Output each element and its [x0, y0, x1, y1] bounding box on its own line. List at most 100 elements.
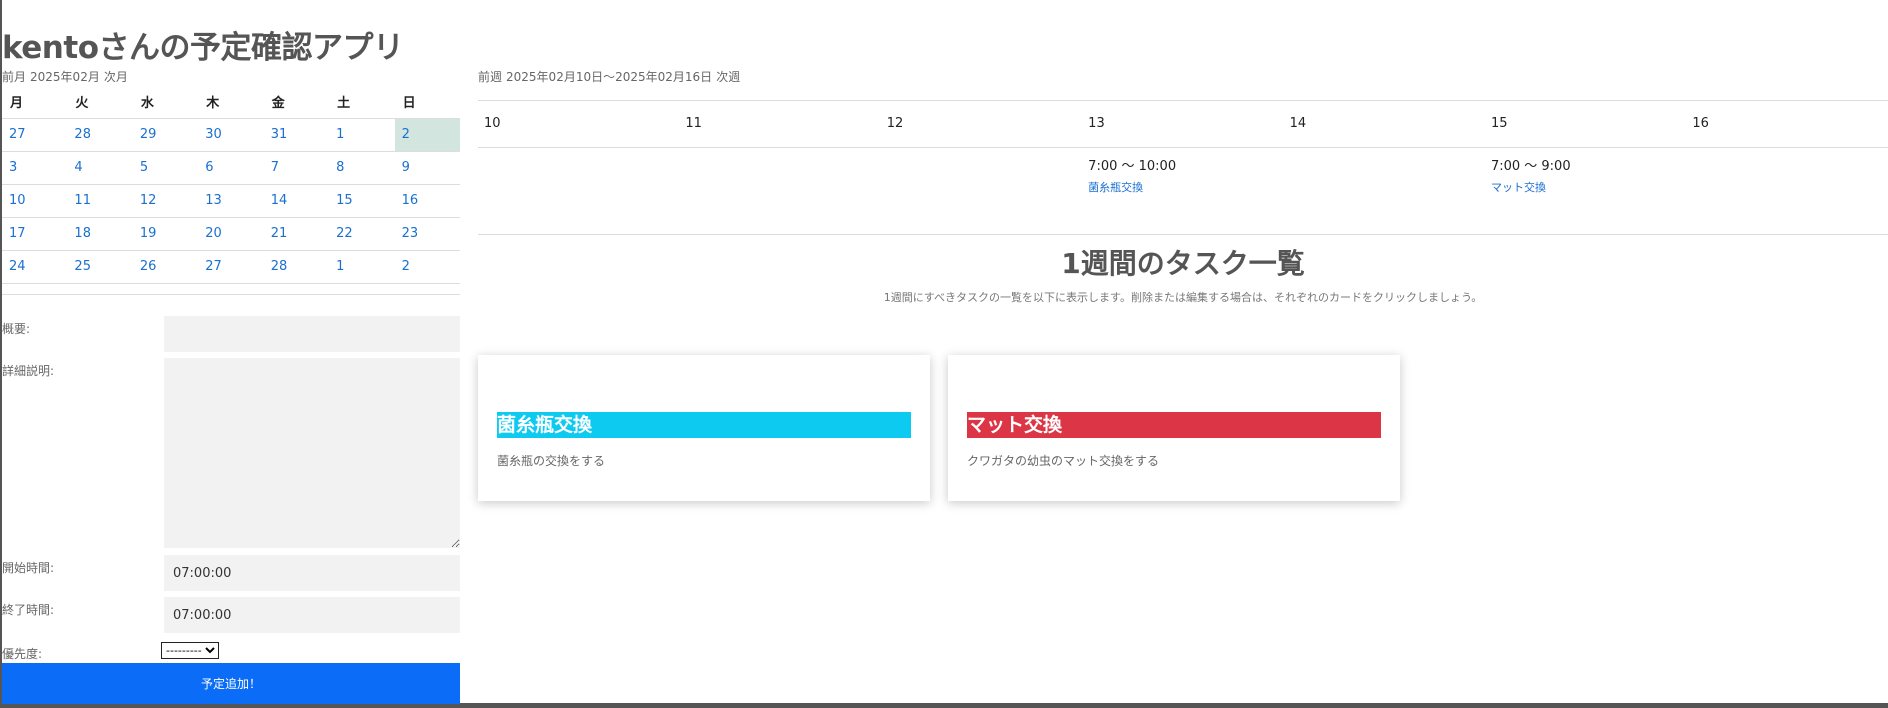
week-day-cell	[1284, 148, 1485, 234]
calendar-day[interactable]: 31	[263, 119, 330, 152]
task-list-description: 1週間にすべきタスクの一覧を以下に表示します。削除または編集する場合は、それぞれ…	[883, 291, 1483, 304]
weekday-header: 木	[198, 89, 264, 119]
calendar-day[interactable]: 1	[329, 119, 395, 152]
week-day-header: 13	[1088, 116, 1105, 131]
week-nav: 前週 2025年02月10日～2025年02月16日 次週	[478, 68, 744, 85]
event-time: 7:00 ～ 10:00	[1088, 159, 1177, 174]
start-time-row: 開始時間:	[2, 555, 460, 591]
week-table: 10 11 12 13 14 15 16 7:00 ～ 10:00 菌糸瓶交換 …	[478, 100, 1888, 235]
calendar-day[interactable]: 21	[263, 218, 330, 251]
calendar-day[interactable]: 17	[2, 218, 68, 251]
calendar-day[interactable]: 28	[67, 119, 133, 152]
start-time-label: 開始時間:	[2, 561, 55, 575]
week-day-header: 15	[1490, 116, 1508, 131]
task-list-title: 1週間のタスク一覧	[1061, 247, 1305, 280]
summary-label: 概要:	[2, 322, 31, 336]
next-week-link[interactable]: 次週	[716, 70, 740, 84]
priority-label: 優先度:	[2, 647, 43, 661]
calendar-day[interactable]: 28	[263, 251, 330, 284]
calendar-day[interactable]: 13	[198, 185, 264, 218]
next-month-link[interactable]: 次月	[104, 70, 128, 84]
event-link[interactable]: 菌糸瓶交換	[1088, 179, 1143, 195]
calendar-day[interactable]: 30	[198, 119, 264, 152]
week-range-label: 2025年02月10日～2025年02月16日	[506, 70, 713, 84]
calendar-day[interactable]: 9	[394, 152, 460, 185]
task-card-description: 菌糸瓶の交換をする	[497, 454, 606, 468]
calendar-day[interactable]: 29	[132, 119, 199, 152]
week-header-row: 10 11 12 13 14 15 16	[478, 100, 1888, 148]
calendar-day[interactable]: 27	[2, 119, 68, 152]
calendar-day[interactable]: 16	[394, 185, 460, 218]
calendar-day[interactable]: 15	[329, 185, 395, 218]
calendar-day[interactable]: 22	[329, 218, 395, 251]
calendar-day[interactable]: 3	[2, 152, 68, 185]
calendar-day[interactable]: 8	[329, 152, 395, 185]
week-day-header: 12	[886, 116, 904, 131]
task-card-title: 菌糸瓶交換	[497, 412, 911, 438]
schedule-form: 概要: 詳細説明: 開始時間: 終了時間: 優先度: ---------	[2, 316, 460, 661]
calendar-day[interactable]: 27	[198, 251, 264, 284]
week-day-cell	[679, 148, 880, 234]
month-calendar: 月 火 水 木 金 土 日 27 28 29 30 31 1 2 3 4 5 6…	[2, 89, 460, 295]
task-card-title: マット交換	[967, 412, 1381, 438]
prev-week-link[interactable]: 前週	[478, 70, 502, 84]
task-card[interactable]: マット交換 クワガタの幼虫のマット交換をする	[948, 355, 1400, 501]
calendar-week-row: 3 4 5 6 7 8 9	[2, 152, 460, 185]
prev-month-link[interactable]: 前月	[2, 70, 26, 84]
calendar-day[interactable]: 12	[132, 185, 199, 218]
weekday-header: 月	[2, 89, 68, 119]
priority-select[interactable]: ---------	[161, 642, 219, 659]
calendar-day[interactable]: 19	[132, 218, 199, 251]
calendar-week-row: 27 28 29 30 31 1 2	[2, 119, 460, 152]
calendar-day[interactable]: 2	[394, 251, 460, 284]
calendar-day[interactable]: 4	[67, 152, 133, 185]
calendar-bottom-divider	[2, 284, 460, 295]
detail-label: 詳細説明:	[2, 364, 55, 378]
task-card-description: クワガタの幼虫のマット交換をする	[967, 454, 1160, 468]
calendar-day[interactable]: 7	[263, 152, 330, 185]
week-day-cell: 7:00 ～ 10:00 菌糸瓶交換	[1082, 148, 1283, 234]
calendar-day[interactable]: 18	[67, 218, 133, 251]
calendar-day[interactable]: 20	[198, 218, 264, 251]
month-nav: 前月 2025年02月 次月	[2, 68, 132, 85]
calendar-day-today[interactable]: 2	[394, 119, 460, 152]
week-day-cell	[881, 148, 1082, 234]
end-time-row: 終了時間:	[2, 597, 460, 633]
calendar-week-row: 10 11 12 13 14 15 16	[2, 185, 460, 218]
calendar-day[interactable]: 26	[132, 251, 199, 284]
calendar-day[interactable]: 1	[329, 251, 395, 284]
calendar-day[interactable]: 11	[67, 185, 133, 218]
calendar-day[interactable]: 5	[132, 152, 199, 185]
weekday-header-row: 月 火 水 木 金 土 日	[2, 89, 460, 119]
page-title: kentoさんの予定確認アプリ	[2, 30, 404, 66]
week-events-row: 7:00 ～ 10:00 菌糸瓶交換 7:00 ～ 9:00 マット交換	[478, 148, 1888, 235]
week-day-header: 11	[685, 116, 702, 131]
weekday-header: 金	[263, 89, 330, 119]
calendar-day[interactable]: 10	[2, 185, 68, 218]
task-card[interactable]: 菌糸瓶交換 菌糸瓶の交換をする	[478, 355, 930, 501]
week-day-header: 16	[1692, 116, 1709, 131]
week-day-cell	[1686, 148, 1887, 234]
weekday-header: 日	[394, 89, 460, 119]
calendar-day[interactable]: 14	[263, 185, 330, 218]
calendar-day[interactable]: 6	[198, 152, 264, 185]
calendar-day[interactable]: 24	[2, 251, 68, 284]
calendar-week-row: 24 25 26 27 28 1 2	[2, 251, 460, 284]
weekday-header: 火	[67, 89, 133, 119]
detail-row: 詳細説明:	[2, 358, 460, 548]
summary-input[interactable]	[164, 316, 460, 352]
detail-textarea[interactable]	[164, 358, 460, 548]
event-link[interactable]: マット交換	[1491, 179, 1546, 195]
add-schedule-button[interactable]: 予定追加！	[2, 663, 460, 704]
weekday-header: 水	[132, 89, 199, 119]
calendar-day[interactable]: 25	[67, 251, 133, 284]
start-time-input[interactable]	[164, 555, 460, 591]
calendar-week-row: 17 18 19 20 21 22 23	[2, 218, 460, 251]
current-month-label: 2025年02月	[30, 70, 100, 84]
end-time-input[interactable]	[164, 597, 460, 633]
weekday-header: 土	[329, 89, 395, 119]
calendar-day[interactable]: 23	[394, 218, 460, 251]
week-day-header: 10	[484, 116, 501, 131]
week-day-header: 14	[1289, 116, 1307, 131]
week-day-cell: 7:00 ～ 9:00 マット交換	[1485, 148, 1686, 234]
